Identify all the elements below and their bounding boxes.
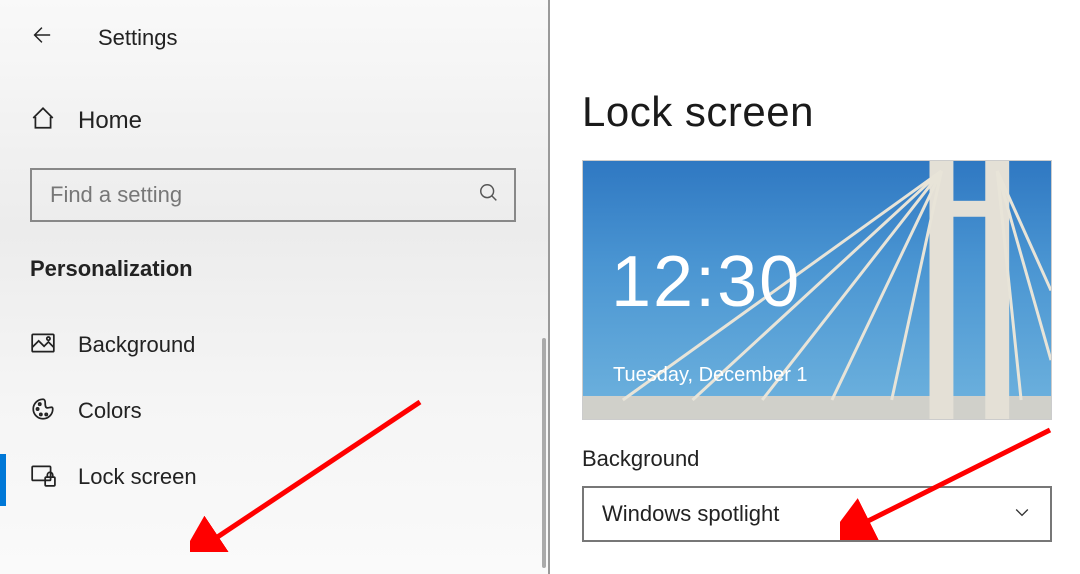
sidebar-item-lockscreen[interactable]: Lock screen <box>0 444 548 510</box>
chevron-down-icon <box>1012 502 1032 527</box>
back-icon[interactable] <box>30 24 52 51</box>
lockscreen-preview: 12:30 Tuesday, December 1 <box>582 160 1052 420</box>
main-pane: Lock screen 12:30 Tuesday, December 1 Ba… <box>550 0 1080 574</box>
palette-icon <box>30 396 56 427</box>
search-box[interactable] <box>30 168 516 222</box>
sidebar-item-background[interactable]: Background <box>0 312 548 378</box>
background-dropdown[interactable]: Windows spotlight <box>582 486 1052 542</box>
sidebar-item-label: Background <box>78 332 195 358</box>
app-title: Settings <box>98 25 178 51</box>
section-personalization: Personalization <box>0 222 548 312</box>
lockscreen-icon <box>30 462 56 493</box>
search-icon <box>478 182 500 209</box>
home-icon <box>30 105 56 136</box>
preview-time: 12:30 <box>611 241 801 323</box>
search-input[interactable] <box>50 182 478 208</box>
sidebar-item-label: Lock screen <box>78 464 197 490</box>
background-label: Background <box>582 446 1080 472</box>
sidebar-item-label: Colors <box>78 398 142 424</box>
scrollbar-thumb[interactable] <box>542 338 546 568</box>
home-label: Home <box>78 107 142 135</box>
settings-sidebar: Settings Home Personalization <box>0 0 550 574</box>
dropdown-value: Windows spotlight <box>602 501 779 527</box>
image-icon <box>30 330 56 361</box>
preview-date: Tuesday, December 1 <box>613 364 808 387</box>
sidebar-item-colors[interactable]: Colors <box>0 378 548 444</box>
sidebar-topbar: Settings <box>0 0 548 69</box>
search-container <box>0 154 548 222</box>
page-title: Lock screen <box>582 88 1080 136</box>
nav-home[interactable]: Home <box>0 69 548 154</box>
